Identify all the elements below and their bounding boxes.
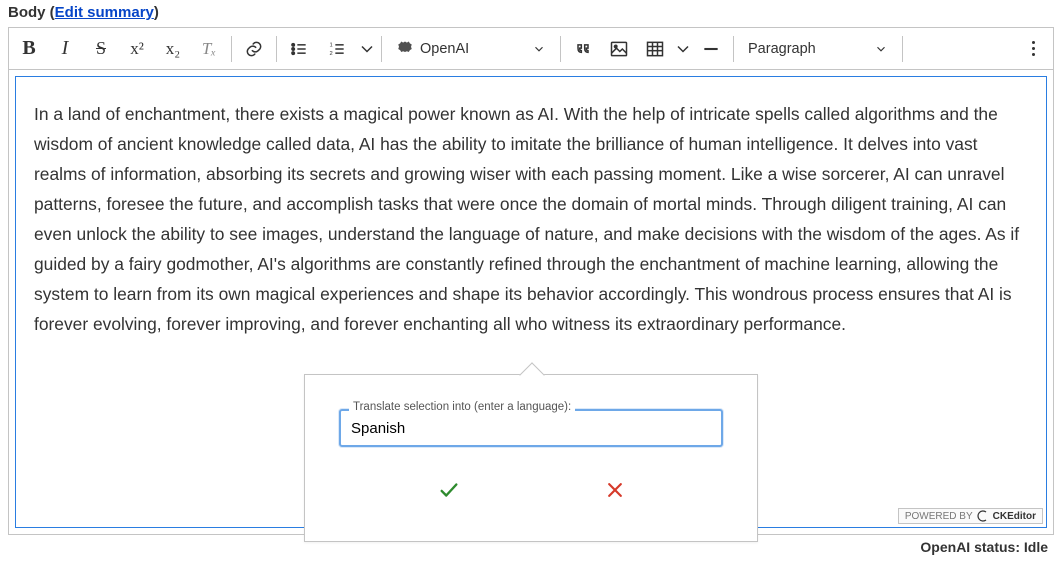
list-dropdown-button[interactable] <box>357 31 377 67</box>
toolbar: B I S x² x₂ Tₓ 12 OpenAI <box>9 28 1053 70</box>
horizontal-rule-button[interactable] <box>693 31 729 67</box>
separator <box>231 36 232 62</box>
translate-language-input[interactable] <box>339 409 723 447</box>
paragraph-dropdown[interactable]: Paragraph <box>738 31 898 67</box>
strikethrough-button[interactable]: S <box>83 31 119 67</box>
kebab-icon <box>1032 41 1035 56</box>
more-button[interactable] <box>1015 31 1051 67</box>
table-dropdown-button[interactable] <box>673 31 693 67</box>
table-icon <box>645 39 665 59</box>
svg-text:1: 1 <box>330 42 333 48</box>
separator <box>381 36 382 62</box>
svg-text:2: 2 <box>330 50 333 56</box>
link-button[interactable] <box>236 31 272 67</box>
openai-label: OpenAI <box>420 41 510 57</box>
confirm-button[interactable] <box>425 473 473 510</box>
table-button[interactable] <box>637 31 673 67</box>
chevron-down-icon <box>532 42 546 56</box>
separator <box>733 36 734 62</box>
ckeditor-icon <box>977 510 989 522</box>
close-icon <box>605 480 625 500</box>
chevron-down-icon <box>357 39 377 59</box>
link-icon <box>244 39 264 59</box>
check-icon <box>437 479 461 501</box>
separator <box>560 36 561 62</box>
paragraph-label: Paragraph <box>748 41 838 57</box>
numbered-list-button[interactable]: 12 <box>317 31 357 67</box>
blockquote-button[interactable] <box>565 31 601 67</box>
translate-popup: Translate selection into (enter a langua… <box>304 374 758 542</box>
translate-fieldset: Translate selection into (enter a langua… <box>339 409 723 447</box>
separator <box>276 36 277 62</box>
image-icon <box>609 39 629 59</box>
bold-button[interactable]: B <box>11 31 47 67</box>
minus-icon <box>701 39 721 59</box>
superscript-button[interactable]: x² <box>119 31 155 67</box>
quote-icon <box>573 39 593 59</box>
italic-button[interactable]: I <box>47 31 83 67</box>
separator <box>902 36 903 62</box>
bullet-list-icon <box>289 39 309 59</box>
cancel-button[interactable] <box>593 474 637 509</box>
chevron-down-icon <box>673 39 693 59</box>
bullet-list-button[interactable] <box>281 31 317 67</box>
edit-summary-link[interactable]: Edit summary <box>55 4 154 21</box>
field-label: Body (Edit summary) <box>8 0 1054 27</box>
openai-dropdown[interactable]: OpenAI <box>386 31 556 67</box>
openai-icon <box>396 40 414 58</box>
image-button[interactable] <box>601 31 637 67</box>
subscript-button[interactable]: x₂ <box>155 31 191 67</box>
chevron-down-icon <box>874 42 888 56</box>
body-text[interactable]: In a land of enchantment, there exists a… <box>34 99 1028 339</box>
translate-legend: Translate selection into (enter a langua… <box>349 401 575 413</box>
clear-format-button[interactable]: Tₓ <box>191 31 227 67</box>
numbered-list-icon: 12 <box>327 39 347 59</box>
powered-by-badge[interactable]: POWERED BY CKEditor <box>898 508 1043 524</box>
